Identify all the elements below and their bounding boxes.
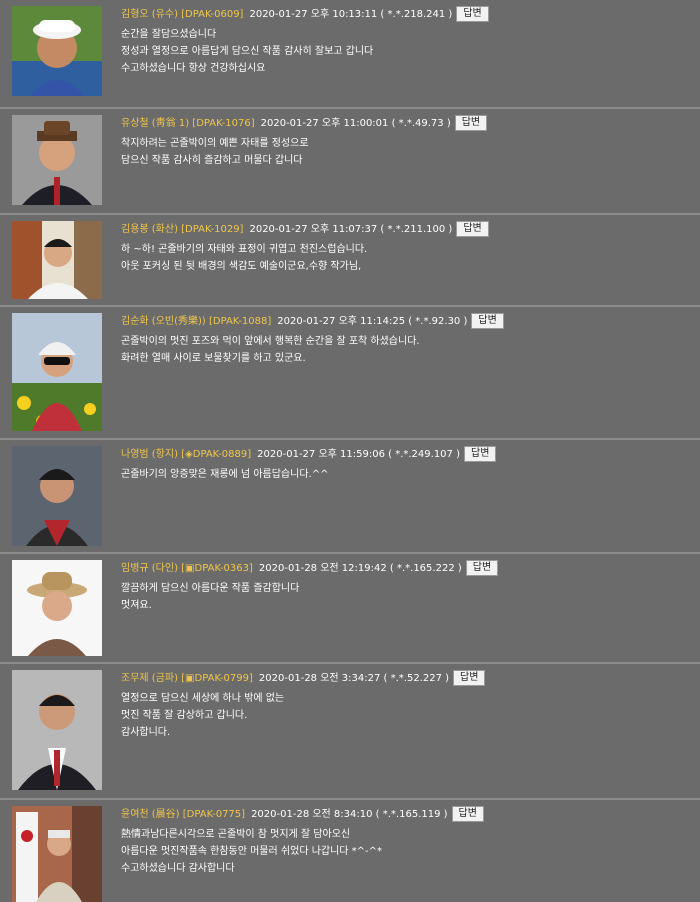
avatar	[12, 670, 102, 790]
avatar	[12, 6, 102, 96]
reply-button[interactable]: 답변	[471, 313, 504, 329]
comment-line: 정성과 열정으로 아름답게 담으신 작품 감사히 잘보고 갑니다	[121, 46, 374, 57]
comment-date: 2020-01-28 오전 12:19:42 ( *.*.165.222 )	[258, 563, 462, 574]
comment-line: 아름다운 멋진작품속 한참동안 머물러 쉬었다 나갑니다 *^-^*	[121, 846, 383, 857]
avatar	[12, 446, 102, 546]
comment-body: 하 ~하! 곤줄바기의 자태와 표정이 귀엽고 천진스럽습니다. 아웃 포커싱 …	[121, 241, 696, 275]
comment-author[interactable]: 나영범 (항지) [◈DPAK-0889]	[121, 449, 251, 460]
comment-author[interactable]: 유상철 (靑翁 1) [DPAK-1076]	[121, 118, 255, 129]
comment-item: 조무제 (금파) [▣DPAK-0799] 2020-01-28 오전 3:34:…	[0, 664, 700, 800]
comment-date: 2020-01-27 오후 11:07:37 ( *.*.211.100 )	[249, 224, 453, 235]
comment-item: 김순화 (오빈(秀樂)) [DPAK-1088] 2020-01-27 오후 11…	[0, 307, 700, 440]
comment-line: 깔끔하게 담으신 아름다운 작품 즐감합니다	[121, 583, 300, 594]
reply-button[interactable]: 답변	[464, 446, 497, 462]
comment-body: 착지하려는 곤줄박이의 예쁜 자태를 정성으로 담으신 작품 감사히 즐감하고 …	[121, 135, 696, 169]
comment-line: 하 ~하! 곤줄바기의 자태와 표정이 귀엽고 천진스럽습니다.	[121, 244, 368, 255]
comment-item: 나영범 (항지) [◈DPAK-0889] 2020-01-27 오후 11:59…	[0, 440, 700, 554]
avatar	[12, 806, 102, 902]
reply-button[interactable]: 답변	[454, 115, 488, 131]
comment-item: 유상철 (靑翁 1) [DPAK-1076] 2020-01-27 오후 11:0…	[0, 109, 700, 215]
comment-line: 열정으로 담으신 세상에 하나 밖에 없는	[121, 693, 285, 704]
comment-item: 김형오 (유수) [DPAK-0609] 2020-01-27 오후 10:13:…	[0, 0, 700, 109]
avatar	[12, 313, 102, 431]
comment-date: 2020-01-28 오전 8:34:10 ( *.*.165.119 )	[251, 809, 448, 820]
comment-line: 멋진 작품 잘 감상하고 갑니다.	[121, 710, 248, 721]
comment-author[interactable]: 조무제 (금파) [▣DPAK-0799]	[121, 673, 253, 684]
reply-button[interactable]: 답변	[453, 670, 486, 686]
comment-line: 순간을 잘담으셨습니다	[121, 29, 217, 40]
comment-body: 熱情과남다른시각으로 곤줄박이 참 멋지게 잘 담아오신 아름다운 멋진작품속 …	[121, 826, 696, 877]
comment-body: 곤줄바기의 앙증맞은 재롱에 넘 아름답습니다.^^	[121, 466, 696, 483]
comment-body: 곤줄박이의 멋진 포즈와 먹이 앞에서 행복한 순간을 잘 포착 하셨습니다. …	[121, 333, 696, 367]
comment-date: 2020-01-27 오후 11:59:06 ( *.*.249.107 )	[257, 449, 460, 460]
avatar	[12, 115, 102, 205]
reply-button[interactable]: 답변	[465, 560, 499, 576]
avatar	[12, 560, 102, 656]
comment-body: 열정으로 담으신 세상에 하나 밖에 없는 멋진 작품 잘 감상하고 갑니다. …	[121, 690, 696, 741]
reply-button[interactable]: 답변	[456, 221, 489, 237]
comment-author[interactable]: 김용봉 (화산) [DPAK-1029]	[121, 224, 243, 235]
comment-line: 곤줄박이의 멋진 포즈와 먹이 앞에서 행복한 순간을 잘 포착 하셨습니다.	[121, 336, 420, 347]
comment-item: 임병규 (다인) [▣DPAK-0363] 2020-01-28 오전 12:19…	[0, 554, 700, 664]
avatar	[12, 221, 102, 299]
comment-date: 2020-01-27 오후 11:00:01 ( *.*.49.73 )	[260, 118, 451, 129]
comment-item: 윤여천 (晨谷) [DPAK-0775] 2020-01-28 오전 8:34:1…	[0, 800, 700, 902]
comment-author[interactable]: 김형오 (유수) [DPAK-0609]	[121, 9, 243, 20]
comment-line: 수고하셨습니다 항상 건강하십시요	[121, 63, 266, 74]
comment-date: 2020-01-27 오후 11:14:25 ( *.*.92.30 )	[277, 316, 468, 327]
reply-button[interactable]: 답변	[456, 6, 489, 22]
comment-line: 착지하려는 곤줄박이의 예쁜 자태를 정성으로	[121, 138, 309, 149]
comment-line: 수고하셨습니다 감사합니다	[121, 863, 235, 874]
comment-body: 순간을 잘담으셨습니다 정성과 열정으로 아름답게 담으신 작품 감사히 잘보고…	[121, 26, 696, 77]
comment-line: 화려한 열매 사이로 보물찾기를 하고 있군요.	[121, 353, 306, 364]
comment-body: 깔끔하게 담으신 아름다운 작품 즐감합니다 멋져요.	[121, 580, 696, 614]
comment-line: 담으신 작품 감사히 즐감하고 머물다 갑니다	[121, 155, 303, 166]
comment-line: 멋져요.	[121, 600, 152, 611]
comment-line: 아웃 포커싱 된 뒷 배경의 색감도 예술이군요,수향 작가님,	[121, 261, 362, 272]
comment-date: 2020-01-27 오후 10:13:11 ( *.*.218.241 )	[249, 9, 453, 20]
comment-author[interactable]: 김순화 (오빈(秀樂)) [DPAK-1088]	[121, 316, 271, 327]
reply-button[interactable]: 답변	[451, 806, 484, 822]
comment-line: 곤줄바기의 앙증맞은 재롱에 넘 아름답습니다.^^	[121, 469, 329, 480]
comment-line: 감사합니다.	[121, 727, 171, 738]
comment-author[interactable]: 임병규 (다인) [▣DPAK-0363]	[121, 563, 253, 574]
comment-author[interactable]: 윤여천 (晨谷) [DPAK-0775]	[121, 809, 245, 820]
comment-item: 김용봉 (화산) [DPAK-1029] 2020-01-27 오후 11:07:…	[0, 215, 700, 307]
comment-list: 김형오 (유수) [DPAK-0609] 2020-01-27 오후 10:13:…	[0, 0, 700, 902]
comment-line: 熱情과남다른시각으로 곤줄박이 참 멋지게 잘 담아오신	[121, 829, 351, 840]
comment-date: 2020-01-28 오전 3:34:27 ( *.*.52.227 )	[258, 673, 450, 684]
